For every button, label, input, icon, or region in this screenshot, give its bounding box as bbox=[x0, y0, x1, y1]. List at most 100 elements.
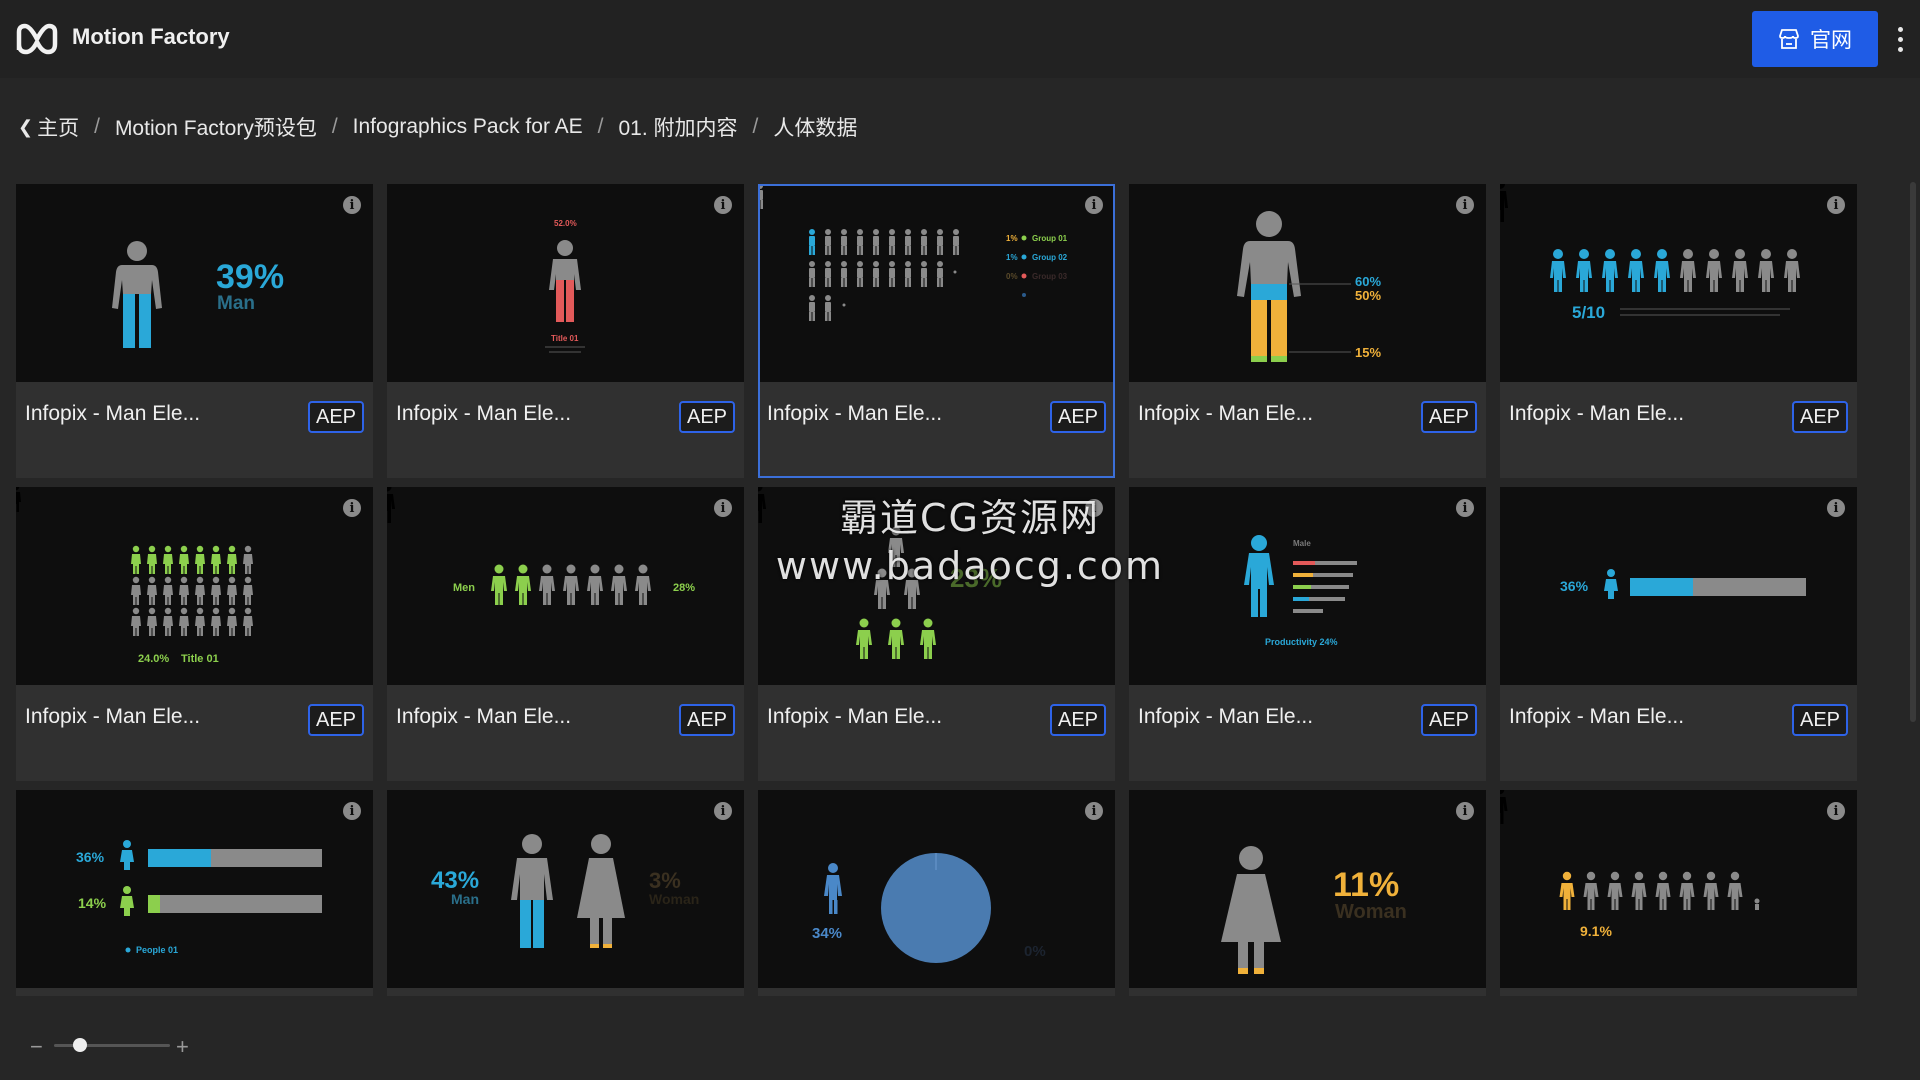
info-icon[interactable]: i bbox=[1085, 802, 1103, 820]
info-icon[interactable]: i bbox=[1456, 802, 1474, 820]
asset-card[interactable]: 39% Man i Infopix - Man Ele... AEP bbox=[16, 184, 373, 478]
top-bar: Motion Factory 官网 bbox=[0, 0, 1920, 78]
asset-card[interactable]: 9.1% i bbox=[1500, 790, 1857, 996]
info-icon[interactable]: i bbox=[1085, 499, 1103, 517]
zoom-in-icon[interactable]: + bbox=[176, 1034, 189, 1060]
zoom-out-icon[interactable]: − bbox=[30, 1034, 43, 1060]
breadcrumb-separator: / bbox=[752, 115, 759, 138]
bar-36-preview-graphic: 36% bbox=[1560, 569, 1806, 599]
info-icon[interactable]: i bbox=[1827, 499, 1845, 517]
more-dot-icon bbox=[1897, 36, 1903, 42]
asset-thumbnail[interactable]: 43% Man 3% Woman bbox=[387, 790, 744, 988]
people-grid-24-preview-graphic: 24.0% Title 01 bbox=[16, 487, 253, 665]
info-icon[interactable]: i bbox=[1085, 196, 1103, 214]
asset-thumbnail[interactable]: 5/10 bbox=[1500, 184, 1857, 382]
breadcrumb: ❮ 主页 / Motion Factory预设包 / Infographics … bbox=[18, 112, 857, 142]
man-woman-preview-graphic: 43% Man 3% Woman bbox=[431, 834, 699, 948]
asset-thumbnail[interactable]: 34% 0% bbox=[758, 790, 1115, 988]
asset-thumbnail[interactable]: 9.1% bbox=[1500, 790, 1857, 988]
breadcrumb-pack[interactable]: Infographics Pack for AE bbox=[353, 115, 583, 139]
asset-card[interactable]: 60% 50% 15% i Infopix - Man Ele... AEP bbox=[1129, 184, 1486, 478]
zoom-slider-handle[interactable] bbox=[73, 1038, 87, 1052]
official-site-button[interactable]: 官网 bbox=[1752, 11, 1878, 67]
asset-card[interactable]: Men 28% i Infopix - Man Ele... AEP bbox=[387, 487, 744, 781]
legend-value-3: 0% bbox=[1006, 272, 1018, 281]
official-site-label: 官网 bbox=[1810, 29, 1852, 52]
legend-label-2: Group 02 bbox=[1032, 253, 1068, 262]
asset-card[interactable]: Male Productivity 24% i Infopix - Man El… bbox=[1129, 487, 1486, 781]
asset-card[interactable]: 5/10 i Infopix - Man Ele... AEP bbox=[1500, 184, 1857, 478]
store-icon bbox=[1779, 29, 1799, 49]
vertical-scrollbar[interactable] bbox=[1910, 182, 1916, 722]
male-bars-preview-graphic: Male Productivity 24% bbox=[1244, 535, 1357, 647]
asset-card[interactable]: 43% Man 3% Woman i bbox=[387, 790, 744, 996]
pyramid-23-preview-graphic: 23% bbox=[758, 487, 1002, 659]
preview-label: Man bbox=[217, 293, 255, 314]
group-people-preview-graphic: 1% Group 01 1% Group 02 0% Group 03 bbox=[760, 186, 1068, 321]
asset-card[interactable]: 23% i Infopix - Man Ele... AEP bbox=[758, 487, 1115, 781]
preview-value-a: 36% bbox=[76, 849, 105, 865]
breadcrumb-presets[interactable]: Motion Factory预设包 bbox=[115, 112, 317, 142]
preview-label: Title 01 bbox=[551, 334, 579, 343]
five-of-ten-preview-graphic: 5/10 bbox=[1500, 184, 1800, 322]
asset-thumbnail[interactable]: Male Productivity 24% bbox=[1129, 487, 1486, 685]
chevron-left-icon[interactable]: ❮ bbox=[18, 117, 33, 138]
info-icon[interactable]: i bbox=[343, 802, 361, 820]
preview-pct: 52.0% bbox=[554, 219, 577, 228]
preview-pct: 24.0% bbox=[138, 653, 169, 665]
info-icon[interactable]: i bbox=[1827, 802, 1845, 820]
preview-pct: 5/10 bbox=[1572, 303, 1605, 322]
aep-badge: AEP bbox=[308, 401, 364, 433]
info-icon[interactable]: i bbox=[1456, 499, 1474, 517]
asset-thumbnail[interactable]: 23% bbox=[758, 487, 1115, 685]
info-icon[interactable]: i bbox=[714, 499, 732, 517]
asset-card[interactable]: 52.0% Title 01 i Infopix - Man Ele... AE… bbox=[387, 184, 744, 478]
brand-name[interactable]: Motion Factory bbox=[72, 24, 230, 50]
asset-title: Infopix - Man Ele... bbox=[1509, 705, 1685, 728]
asset-card[interactable]: 11% Woman i bbox=[1129, 790, 1486, 996]
asset-thumbnail[interactable]: 1% Group 01 1% Group 02 0% Group 03 bbox=[760, 186, 1113, 382]
asset-thumbnail[interactable]: 24.0% Title 01 bbox=[16, 487, 373, 685]
info-icon[interactable]: i bbox=[714, 802, 732, 820]
preview-value-b: 0% bbox=[1024, 943, 1046, 960]
breadcrumb-current[interactable]: 人体数据 bbox=[773, 112, 857, 142]
asset-thumbnail[interactable]: Men 28% bbox=[387, 487, 744, 685]
asset-thumbnail[interactable]: 11% Woman bbox=[1129, 790, 1486, 988]
preview-label: Men bbox=[453, 582, 475, 594]
preview-label: Male bbox=[1293, 539, 1311, 548]
info-icon[interactable]: i bbox=[1456, 196, 1474, 214]
info-icon[interactable]: i bbox=[343, 499, 361, 517]
more-options-button[interactable] bbox=[1888, 22, 1912, 56]
info-icon[interactable]: i bbox=[714, 196, 732, 214]
man-60-50-15-preview-graphic: 60% 50% 15% bbox=[1237, 211, 1381, 362]
zoom-slider-track[interactable] bbox=[54, 1044, 170, 1047]
asset-card[interactable]: 34% 0% i bbox=[758, 790, 1115, 996]
bottom-bar bbox=[0, 998, 1920, 1080]
breadcrumb-extras[interactable]: 01. 附加内容 bbox=[618, 112, 737, 142]
asset-card[interactable]: 36% 14% People 01 i bbox=[16, 790, 373, 996]
legend-label-1: Group 01 bbox=[1032, 234, 1068, 243]
men-28-preview-graphic: Men 28% bbox=[387, 487, 695, 605]
preview-pct: 39% bbox=[216, 258, 284, 296]
preview-pct: Productivity 24% bbox=[1265, 637, 1338, 647]
asset-thumbnail[interactable]: 60% 50% 15% bbox=[1129, 184, 1486, 382]
info-icon[interactable]: i bbox=[343, 196, 361, 214]
aep-badge: AEP bbox=[679, 704, 735, 736]
breadcrumb-home[interactable]: 主页 bbox=[37, 112, 79, 142]
asset-thumbnail[interactable]: 39% Man bbox=[16, 184, 373, 382]
asset-thumbnail[interactable]: 52.0% Title 01 bbox=[387, 184, 744, 382]
asset-title: Infopix - Man Ele... bbox=[396, 402, 572, 425]
asset-title: Infopix - Man Ele... bbox=[767, 705, 943, 728]
motion-factory-logo-icon[interactable] bbox=[16, 22, 58, 56]
asset-thumbnail[interactable]: 36% bbox=[1500, 487, 1857, 685]
man-52-preview-graphic: 52.0% Title 01 bbox=[545, 219, 585, 353]
asset-card[interactable]: 1% Group 01 1% Group 02 0% Group 03 i In… bbox=[758, 184, 1115, 478]
preview-value-a: 43% bbox=[431, 867, 479, 894]
asset-card[interactable]: 36% i Infopix - Man Ele... AEP bbox=[1500, 487, 1857, 781]
asset-title: Infopix - Man Ele... bbox=[25, 705, 201, 728]
asset-thumbnail[interactable]: 36% 14% People 01 bbox=[16, 790, 373, 988]
info-icon[interactable]: i bbox=[1827, 196, 1845, 214]
aep-badge: AEP bbox=[679, 401, 735, 433]
people-9-preview-graphic: 9.1% bbox=[1500, 790, 1760, 939]
asset-card[interactable]: 24.0% Title 01 i Infopix - Man Ele... AE… bbox=[16, 487, 373, 781]
